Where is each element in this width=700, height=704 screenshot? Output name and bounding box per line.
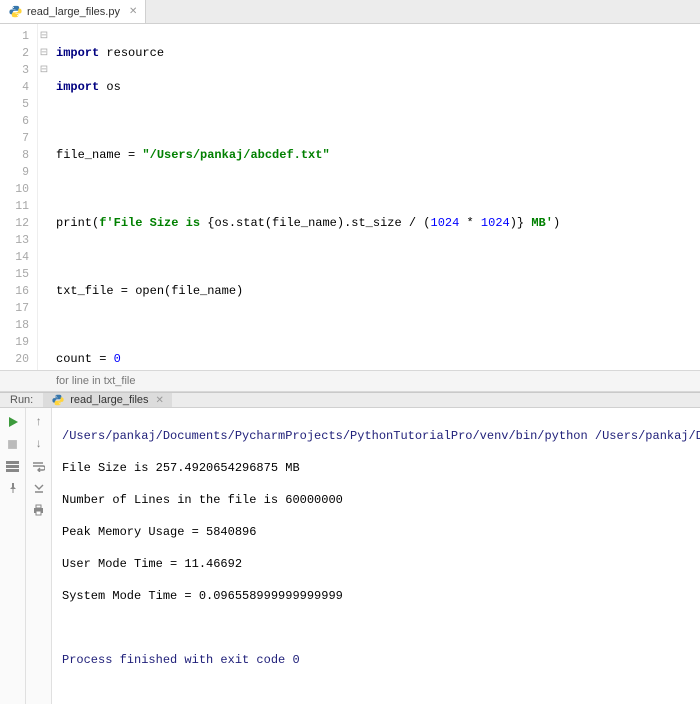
close-tab-icon[interactable]: ✕ [129,6,137,17]
code-area[interactable]: import resource import os file_name = "/… [50,24,700,370]
python-file-icon [51,393,65,407]
console-line: System Mode Time = 0.096558999999999999 [62,588,700,604]
stop-icon[interactable] [5,436,21,452]
scroll-to-end-icon[interactable] [31,480,47,496]
breadcrumb[interactable]: for line in txt_file [0,370,700,392]
down-arrow-icon[interactable]: ↓ [31,436,47,452]
close-run-tab-icon[interactable]: ✕ [156,395,164,406]
layout-icon[interactable] [5,458,21,474]
soft-wrap-icon[interactable] [31,458,47,474]
python-file-icon [8,5,22,19]
rerun-icon[interactable] [5,414,21,430]
run-toolbar-right: ↑ ↓ [26,408,52,704]
console-line: Number of Lines in the file is 60000000 [62,492,700,508]
editor-tab-bar: read_large_files.py ✕ [0,0,700,24]
editor-tab-filename: read_large_files.py [27,6,120,18]
editor-tab-active[interactable]: read_large_files.py ✕ [0,0,146,23]
run-tool-window: Run: read_large_files ✕ ↑ ↓ [0,392,700,562]
console-line: Peak Memory Usage = 5840896 [62,524,700,540]
console-command: /Users/pankaj/Documents/PycharmProjects/… [62,428,700,444]
run-label: Run: [0,394,43,406]
pin-icon[interactable] [5,480,21,496]
console-line: File Size is 257.4920654296875 MB [62,460,700,476]
up-arrow-icon[interactable]: ↑ [31,414,47,430]
run-header: Run: read_large_files ✕ [0,393,700,408]
line-number-gutter: 1234567891011121314151617181920212223 [0,24,38,370]
print-icon[interactable] [31,502,47,518]
breadcrumb-text: for line in txt_file [56,375,135,387]
console-line: User Mode Time = 11.46692 [62,556,700,572]
run-config-name: read_large_files [70,394,148,406]
run-toolbar-left [0,408,26,704]
code-editor[interactable]: 1234567891011121314151617181920212223 ⊟⊟… [0,24,700,370]
run-config-tab[interactable]: read_large_files ✕ [43,393,172,407]
console-output[interactable]: /Users/pankaj/Documents/PycharmProjects/… [52,408,700,704]
console-exit: Process finished with exit code 0 [62,652,700,668]
fold-gutter: ⊟⊟⊟ [38,24,50,370]
